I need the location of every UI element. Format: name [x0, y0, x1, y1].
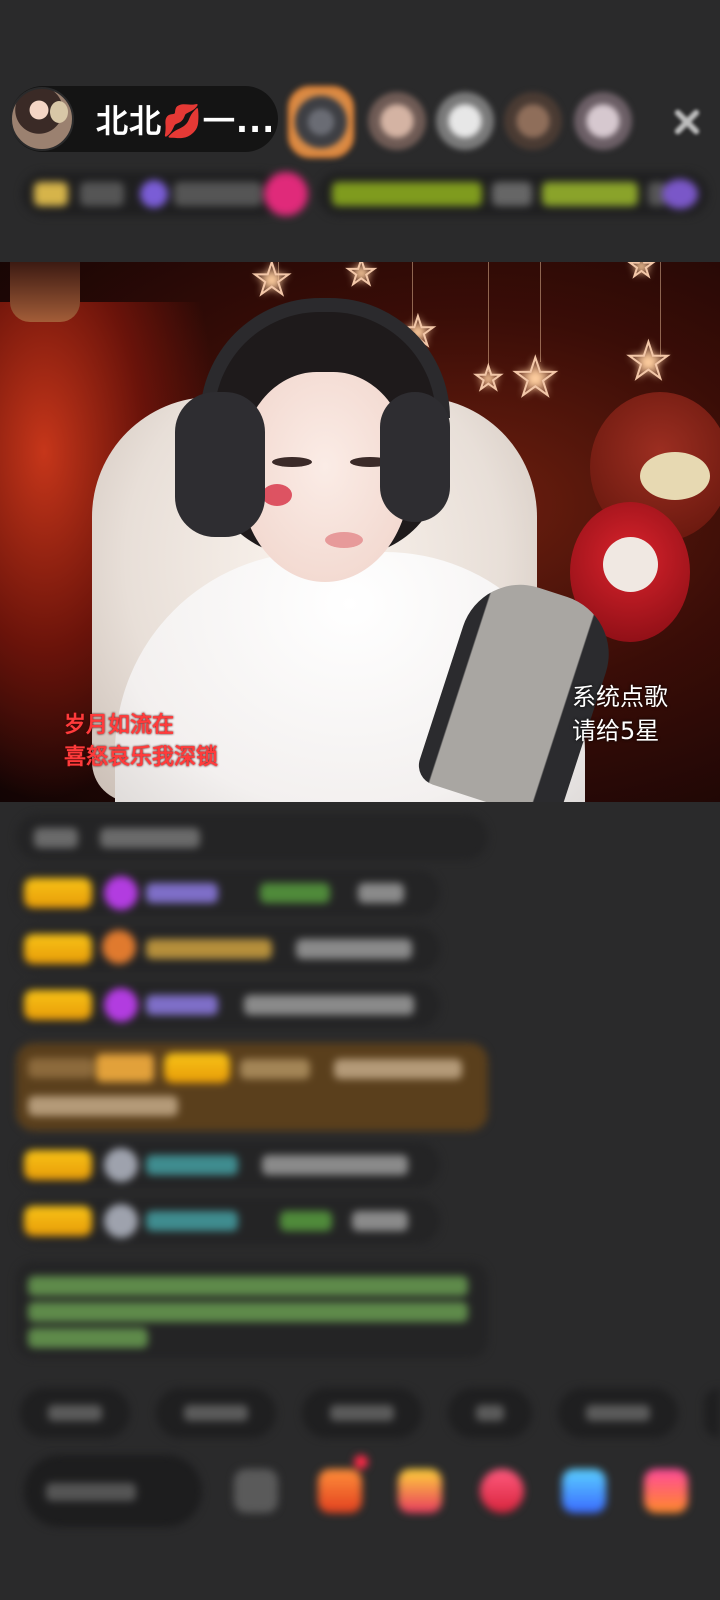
- host-avatar[interactable]: [10, 87, 74, 151]
- gift-icon[interactable]: [264, 172, 308, 216]
- quick-reply-chip[interactable]: [20, 1388, 130, 1438]
- song-request-note: 系统点歌 请给5星: [572, 680, 668, 748]
- song-note-line-2: 请给5星: [572, 717, 660, 745]
- emoji-icon[interactable]: [234, 1469, 278, 1513]
- quick-reply-chip[interactable]: [156, 1388, 276, 1438]
- treasure-icon[interactable]: [398, 1469, 442, 1513]
- audience-avatar-2[interactable]: [368, 92, 426, 150]
- quick-reply-chip[interactable]: [302, 1388, 422, 1438]
- quick-reply-chip[interactable]: [448, 1388, 532, 1438]
- notification-dot: [354, 1455, 368, 1469]
- chat-list[interactable]: [0, 800, 720, 1360]
- live-video[interactable]: ★ ★ ★ ★ ★ ★ ★ 岁月如流在 喜怒哀乐我深锁 系统点歌 请给5星: [0, 262, 720, 802]
- audience-avatar-1[interactable]: [288, 86, 354, 158]
- lyrics-line-1: 岁月如流在: [64, 713, 175, 738]
- lyrics-line-2: 喜怒哀乐我深锁: [64, 745, 219, 770]
- quick-reply-chip[interactable]: [704, 1388, 720, 1438]
- quick-reply-chip[interactable]: [558, 1388, 678, 1438]
- host-info-pill[interactable]: 北北💋一...: [10, 86, 278, 152]
- audience-avatar-4[interactable]: [504, 92, 562, 150]
- more-apps-icon[interactable]: [644, 1469, 688, 1513]
- gift-box-icon[interactable]: [318, 1469, 362, 1513]
- comment-input[interactable]: [24, 1455, 202, 1527]
- chat-message: [16, 814, 488, 860]
- quick-reply-row: [0, 1388, 720, 1438]
- lyrics-overlay: 岁月如流在 喜怒哀乐我深锁: [64, 710, 218, 774]
- room-info-row: [22, 172, 708, 216]
- song-note-line-1: 系统点歌: [572, 683, 668, 711]
- bottom-toolbar: [0, 1455, 720, 1531]
- game-icon[interactable]: [562, 1469, 606, 1513]
- audience-avatar-5[interactable]: [574, 92, 632, 150]
- chat-message-highlight: [16, 1043, 488, 1131]
- live-room-screen: 北北💋一... ★ ★ ★ ★ ★ ★ ★ 岁月如流在 喜怒哀乐我深锁 系统点歌…: [0, 0, 720, 1600]
- heart-icon[interactable]: [480, 1469, 524, 1513]
- host-name: 北北💋一...: [96, 102, 276, 140]
- audience-avatar-3[interactable]: [436, 92, 494, 150]
- close-icon[interactable]: [665, 100, 709, 144]
